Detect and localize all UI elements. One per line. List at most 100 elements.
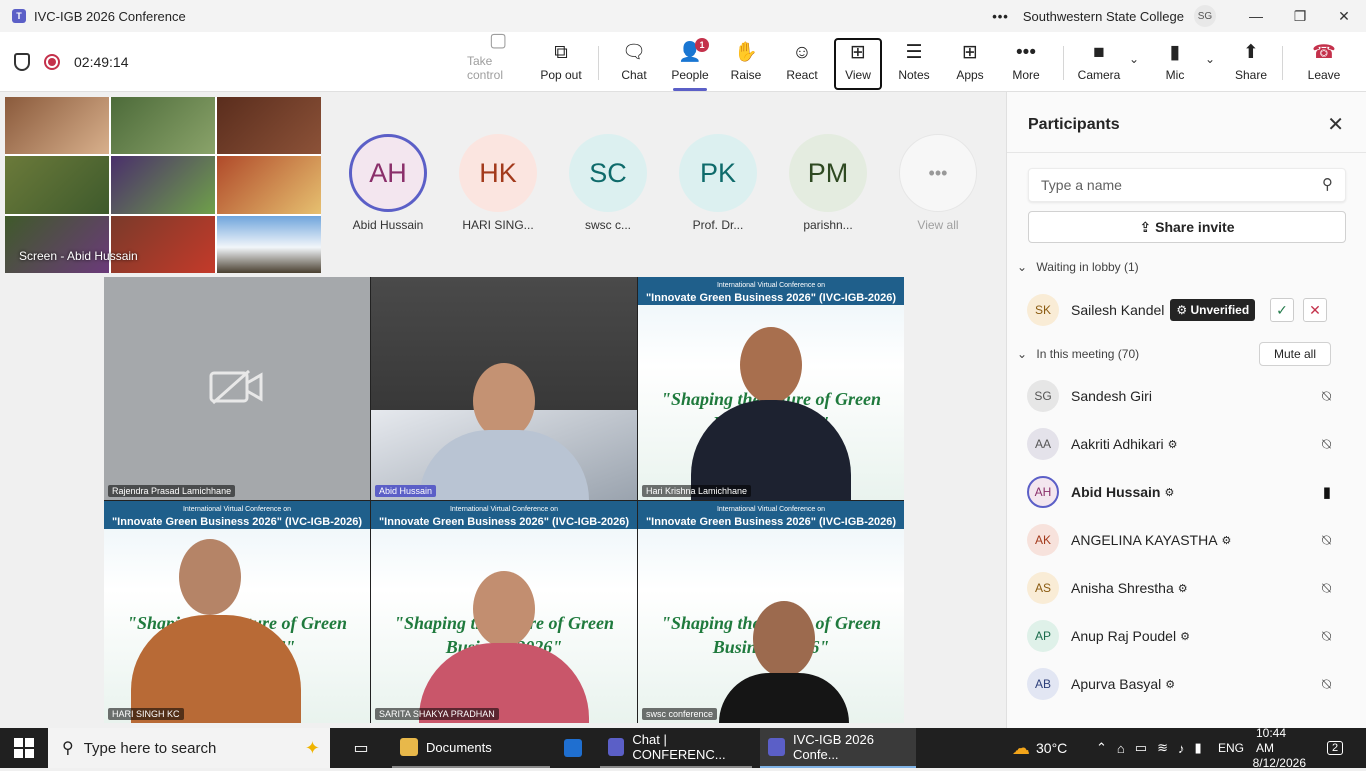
more-options-icon[interactable]: ••• — [992, 9, 1009, 24]
participant-row[interactable]: AK ANGELINA KAYASTHA ⚙ ⍉ — [1027, 520, 1347, 560]
windows-taskbar: ⚲ Type here to search ✦ ▭ Documents Chat… — [0, 726, 1366, 770]
participant-name: Prof. Dr... — [692, 218, 744, 232]
video-name-label: HARI SINGH KC — [108, 708, 184, 720]
clock[interactable]: 10:44 AM 8/12/2026 — [1253, 726, 1306, 770]
video-tile[interactable]: International Virtual Conference on "Inno… — [638, 277, 904, 500]
avatar: SC — [569, 134, 647, 212]
view-label: View — [845, 68, 871, 82]
taskbar-app-meeting[interactable]: IVC-IGB 2026 Confe... — [760, 728, 916, 768]
pop-out-icon: ⧉ — [554, 42, 568, 63]
mic-muted-icon[interactable]: ⍉ — [1322, 436, 1331, 453]
view-icon: ⊞ — [850, 42, 866, 63]
gallery-participant[interactable]: PM parishn... — [783, 134, 873, 232]
maximize-button[interactable]: ❐ — [1278, 0, 1322, 32]
shield-icon[interactable] — [14, 53, 30, 71]
mic-muted-icon[interactable]: ⍉ — [1322, 388, 1331, 405]
view-all-button[interactable]: ••• View all — [893, 134, 983, 232]
lobby-participant[interactable]: SK Sailesh Kandel ⚙ Unverified — [1027, 290, 1347, 330]
camera-options-chevron-icon[interactable]: ⌄ — [1129, 52, 1139, 66]
mic-muted-icon[interactable]: ⍉ — [1322, 676, 1331, 693]
gallery-participant[interactable]: PK Prof. Dr... — [673, 134, 763, 232]
mic-options-chevron-icon[interactable]: ⌄ — [1205, 52, 1215, 66]
screen-share-label: Screen - Abid Hussain — [19, 249, 138, 263]
participant-search-input[interactable]: Type a name ⚲ — [1028, 168, 1346, 202]
notification-button[interactable]: 2 — [1322, 728, 1348, 768]
participant-row[interactable]: AP Anup Raj Poudel ⚙ ⍉ — [1027, 616, 1347, 656]
people-button[interactable]: 👤 1 People — [667, 36, 713, 91]
leave-button[interactable]: ☎ Leave — [1302, 36, 1346, 88]
close-icon[interactable]: ✕ — [1327, 112, 1344, 137]
taskbar-app-documents[interactable]: Documents — [392, 728, 550, 768]
participant-row[interactable]: SG Sandesh Giri ⍉ — [1027, 376, 1347, 416]
screen-share-thumbnail[interactable]: Screen - Abid Hussain — [5, 97, 321, 273]
mic-muted-icon[interactable]: ⍉ — [1322, 532, 1331, 549]
participant-name: ANGELINA KAYASTHA — [1071, 532, 1218, 548]
volume-icon[interactable]: ♪ — [1178, 741, 1185, 756]
video-tile[interactable]: International Virtual Conference on "Inno… — [638, 500, 904, 723]
start-button[interactable] — [14, 728, 34, 768]
participant-name: Anisha Shrestha — [1071, 580, 1174, 596]
close-window-button[interactable]: ✕ — [1322, 0, 1366, 32]
organization-name[interactable]: Southwestern State College — [1023, 9, 1184, 24]
taskbar-app-chat[interactable]: Chat | CONFERENC... — [600, 728, 752, 768]
notes-button[interactable]: ☰ Notes — [894, 36, 934, 88]
external-org-icon: ⚙ — [1221, 534, 1232, 547]
weather-widget[interactable]: ☁ 30°C — [1012, 728, 1082, 768]
search-placeholder: Type here to search — [83, 739, 217, 757]
video-tile[interactable]: International Virtual Conference on "Inno… — [104, 500, 370, 723]
participant-row[interactable]: AB Apurva Basyal ⚙ ⍉ — [1027, 664, 1347, 704]
mute-all-button[interactable]: Mute all — [1259, 342, 1331, 366]
system-tray[interactable]: ⌃ ⌂ ▭ ≋ ♪ ▮ — [1096, 728, 1202, 768]
poster-header: International Virtual Conference on "Inno… — [638, 277, 904, 305]
participant-row[interactable]: AS Anisha Shrestha ⚙ ⍉ — [1027, 568, 1347, 608]
view-button[interactable]: ⊞ View — [834, 38, 882, 90]
gallery-participant[interactable]: AH Abid Hussain — [343, 134, 433, 232]
pop-out-button[interactable]: ⧉ Pop out — [538, 36, 584, 88]
chevron-up-icon[interactable]: ⌃ — [1096, 740, 1107, 756]
meeting-header-label: In this meeting (70) — [1036, 347, 1140, 361]
minimize-button[interactable]: — — [1234, 0, 1278, 32]
video-tile[interactable]: International Virtual Conference on "Inno… — [371, 500, 637, 723]
mic-on-icon[interactable]: ▮ — [1323, 483, 1331, 501]
mic-muted-icon: ▮ — [1169, 42, 1181, 63]
deny-close-icon[interactable]: ✕ — [1303, 298, 1327, 322]
camera-button[interactable]: ■ Camera — [1076, 36, 1122, 88]
video-tile[interactable]: Abid Hussain — [371, 277, 637, 500]
video-name-label: Hari Krishna Lamichhane — [642, 484, 752, 497]
gallery-participant[interactable]: HK HARI SING... — [453, 134, 543, 232]
taskbar-search-input[interactable]: ⚲ Type here to search ✦ — [48, 728, 330, 768]
admit-check-icon[interactable]: ✓ — [1270, 298, 1294, 322]
participant-row[interactable]: AA Aakriti Adhikari ⚙ ⍉ — [1027, 424, 1347, 464]
external-org-icon: ⚙ — [1177, 582, 1188, 595]
video-tile[interactable]: Rajendra Prasad Lamichhane — [104, 277, 370, 500]
mic-muted-icon[interactable]: ⍉ — [1322, 580, 1331, 597]
share-invite-button[interactable]: ⇪ Share invite — [1028, 211, 1346, 243]
participant-name: Sandesh Giri — [1071, 388, 1152, 404]
gallery-participant[interactable]: SC swsc c... — [563, 134, 653, 232]
apps-button[interactable]: ⊞ Apps — [950, 36, 990, 88]
language-indicator[interactable]: ENG — [1218, 728, 1244, 768]
user-avatar[interactable]: SG — [1194, 5, 1216, 27]
react-button[interactable]: ☺ React — [782, 36, 822, 88]
leave-label: Leave — [1307, 68, 1341, 82]
taskbar-app-outlook[interactable] — [558, 728, 588, 768]
mic-muted-icon[interactable]: ⍉ — [1322, 628, 1331, 645]
task-view-icon[interactable]: ▭ — [350, 728, 372, 768]
chat-button[interactable]: 🗨 Chat — [614, 36, 654, 88]
participant-row[interactable]: AH Abid Hussain ⚙ ▮ — [1027, 472, 1347, 512]
battery-icon[interactable]: ▭ — [1135, 740, 1147, 756]
lobby-section-header[interactable]: ⌄ Waiting in lobby (1) — [1017, 260, 1139, 274]
meeting-section-header[interactable]: ⌄ In this meeting (70) — [1017, 347, 1139, 361]
participant-head — [740, 327, 802, 403]
microphone-icon[interactable]: ▮ — [1194, 740, 1201, 756]
wifi-icon[interactable]: ≋ — [1157, 740, 1168, 756]
participant-head — [179, 538, 242, 615]
share-button[interactable]: ⬆ Share — [1233, 36, 1269, 88]
raise-hand-button[interactable]: ✋ Raise — [726, 36, 766, 88]
mic-button[interactable]: ▮ Mic — [1158, 36, 1192, 88]
take-control-button[interactable]: ▢ Take control — [467, 30, 529, 88]
network-icon[interactable]: ⌂ — [1117, 741, 1125, 756]
screen-image — [5, 97, 109, 155]
more-button[interactable]: ••• More — [1006, 36, 1046, 88]
screen-image — [217, 156, 321, 214]
